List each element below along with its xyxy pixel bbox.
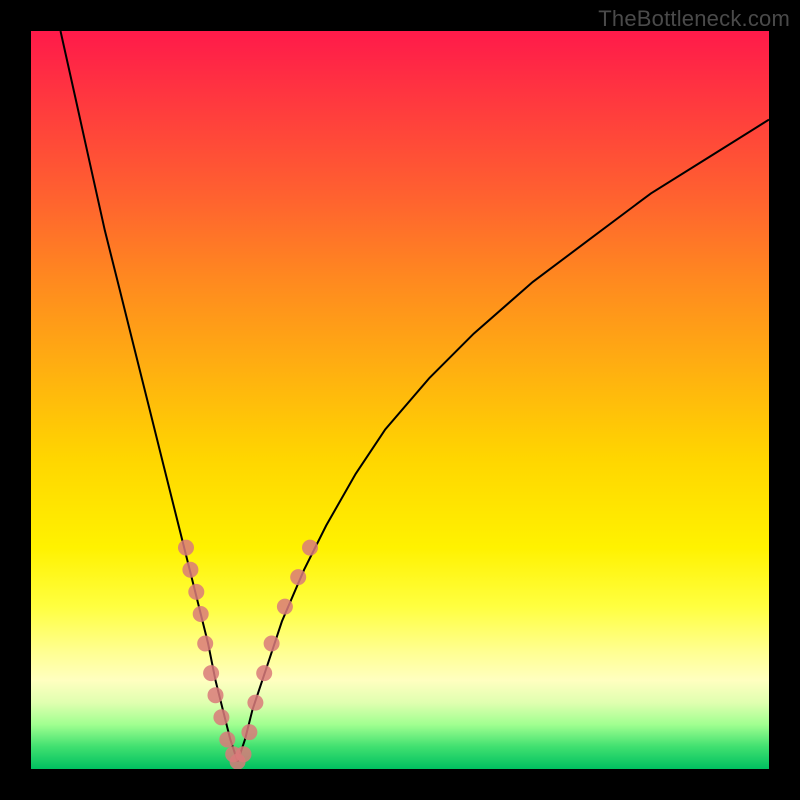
bead-marker [264,636,280,652]
bead-marker [208,687,224,703]
bead-marker [197,636,213,652]
bead-group [178,540,318,769]
bead-marker [213,709,229,725]
bead-marker [290,569,306,585]
plot-area [31,31,769,769]
bead-marker [241,724,257,740]
bead-marker [203,665,219,681]
curve-left-branch [61,31,238,762]
bead-marker [247,695,263,711]
bead-marker [236,746,252,762]
bead-marker [302,540,318,556]
bead-marker [188,584,204,600]
chart-svg [31,31,769,769]
curve-right-branch [238,120,769,762]
bead-marker [178,540,194,556]
watermark-text: TheBottleneck.com [598,6,790,32]
bead-marker [256,665,272,681]
bead-marker [277,599,293,615]
bead-marker [219,732,235,748]
bead-marker [182,562,198,578]
bead-marker [193,606,209,622]
chart-container: TheBottleneck.com [0,0,800,800]
